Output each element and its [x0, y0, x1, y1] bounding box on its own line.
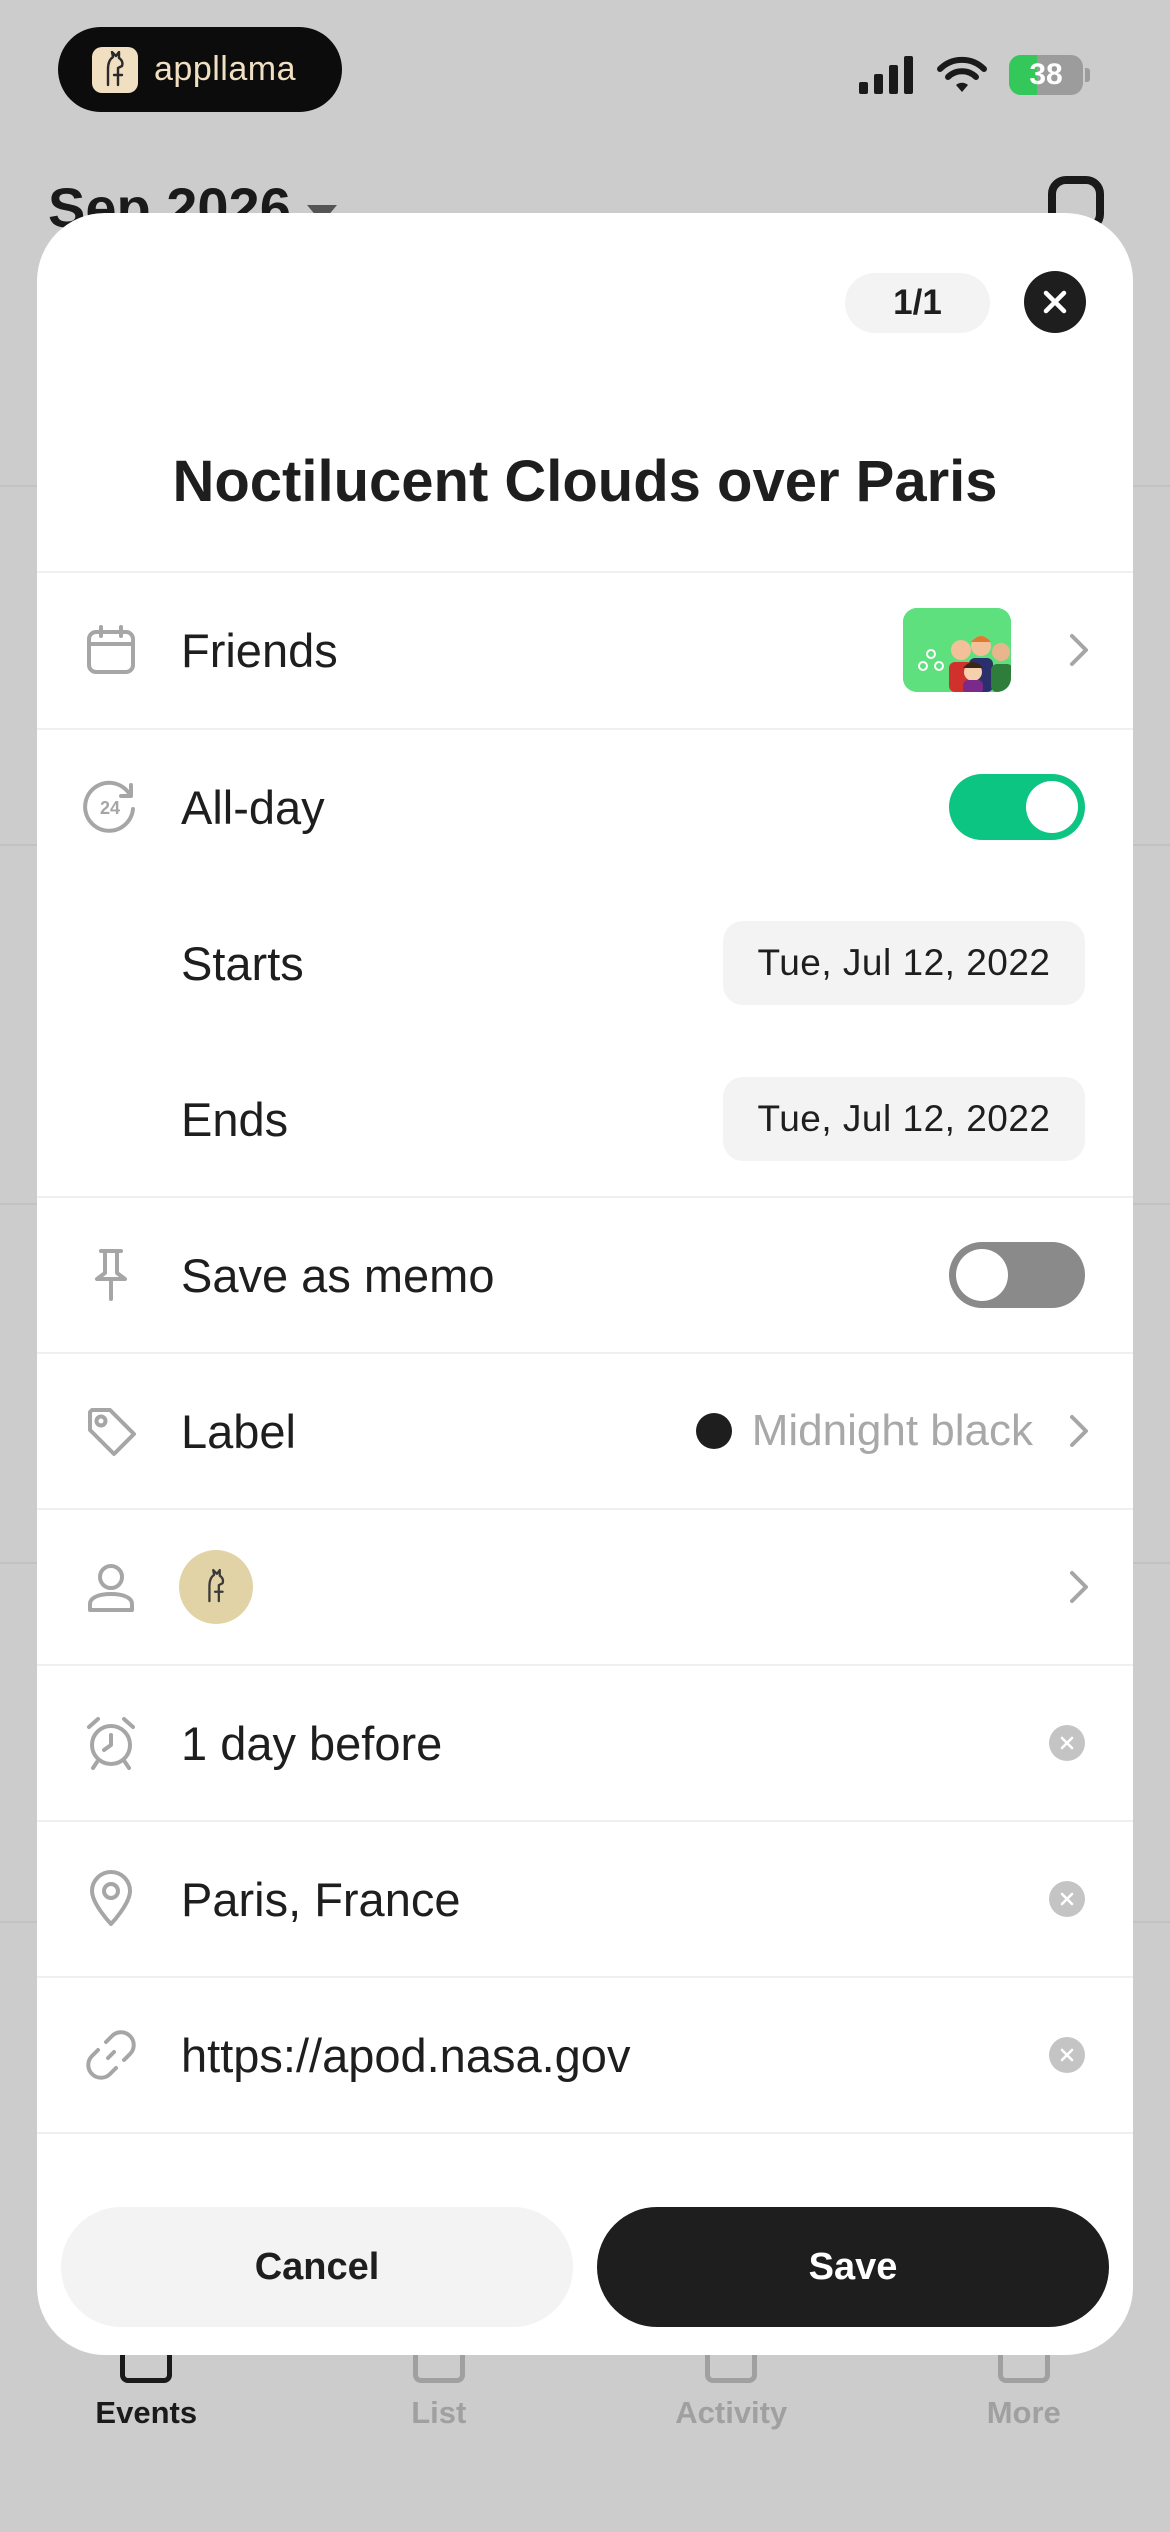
location-row[interactable]: Paris, France [37, 1821, 1133, 1977]
app-switcher-pill[interactable]: appllama [58, 27, 342, 112]
24h-icon: 24 [83, 779, 139, 835]
url-row[interactable]: https://apod.nasa.gov [37, 1977, 1133, 2133]
avatar [179, 1550, 253, 1624]
starts-label: Starts [181, 936, 304, 990]
calendar-icon [83, 622, 139, 678]
clear-icon [1060, 1892, 1074, 1906]
location-pin-icon [83, 1870, 139, 1927]
close-icon [1043, 290, 1067, 314]
clear-icon [1060, 1736, 1074, 1750]
chevron-right-icon [1070, 1415, 1088, 1447]
label-row[interactable]: Label Midnight black [37, 1353, 1133, 1509]
person-icon [83, 1559, 139, 1615]
location-label: Paris, France [181, 1872, 461, 1926]
link-icon [83, 2027, 139, 2083]
all-day-toggle[interactable] [949, 774, 1085, 840]
wifi-icon [937, 56, 987, 92]
event-detail-sheet: 1/1 Noctilucent Clouds over Paris Friend… [37, 213, 1133, 2355]
battery-level: 38 [1029, 58, 1063, 91]
memo-row: Save as memo [37, 1197, 1133, 1353]
alert-label: 1 day before [181, 1716, 443, 1770]
cellular-signal-icon [859, 56, 913, 94]
app-name: appllama [154, 50, 296, 88]
start-date-button[interactable]: Tue, Jul 12, 2022 [723, 921, 1085, 1005]
llama-logo-icon [92, 46, 138, 93]
calendar-group-image [903, 608, 1011, 692]
memo-label: Save as memo [181, 1248, 495, 1302]
event-counter: 1/1 [845, 273, 990, 333]
save-button[interactable]: Save [597, 2207, 1109, 2327]
label-value: Midnight black [695, 1406, 1033, 1456]
cancel-button[interactable]: Cancel [61, 2207, 573, 2327]
clear-icon [1060, 2048, 1074, 2062]
svg-text:24: 24 [100, 798, 120, 818]
clear-url-button[interactable] [1049, 2037, 1085, 2073]
clear-alert-button[interactable] [1049, 1725, 1085, 1761]
pin-icon [83, 1247, 139, 1303]
label-color-dot [695, 1413, 732, 1449]
end-date-button[interactable]: Tue, Jul 12, 2022 [723, 1077, 1085, 1161]
attendee-row[interactable] [37, 1509, 1133, 1665]
calendar-row[interactable]: Friends [37, 572, 1133, 728]
label-label: Label [181, 1404, 296, 1458]
url-label: https://apod.nasa.gov [181, 2028, 631, 2082]
all-day-row: 24 All-day [37, 729, 1133, 885]
label-color-name: Midnight black [751, 1406, 1033, 1455]
ends-label: Ends [181, 1092, 289, 1146]
tag-icon [83, 1403, 139, 1459]
status-icons: 38 [859, 55, 1090, 95]
clear-location-button[interactable] [1049, 1881, 1085, 1917]
memo-toggle[interactable] [949, 1242, 1085, 1308]
alert-row[interactable]: 1 day before [37, 1665, 1133, 1821]
event-title[interactable]: Noctilucent Clouds over Paris [37, 448, 1133, 515]
chevron-right-icon [1070, 1571, 1088, 1603]
starts-row: Starts Tue, Jul 12, 2022 [37, 885, 1133, 1041]
calendar-name: Friends [181, 623, 338, 677]
alarm-icon [83, 1715, 139, 1771]
all-day-label: All-day [181, 780, 325, 834]
close-button[interactable] [1024, 271, 1086, 333]
ends-row: Ends Tue, Jul 12, 2022 [37, 1041, 1133, 1197]
chevron-right-icon [1070, 634, 1088, 666]
battery-indicator: 38 [1009, 55, 1083, 95]
